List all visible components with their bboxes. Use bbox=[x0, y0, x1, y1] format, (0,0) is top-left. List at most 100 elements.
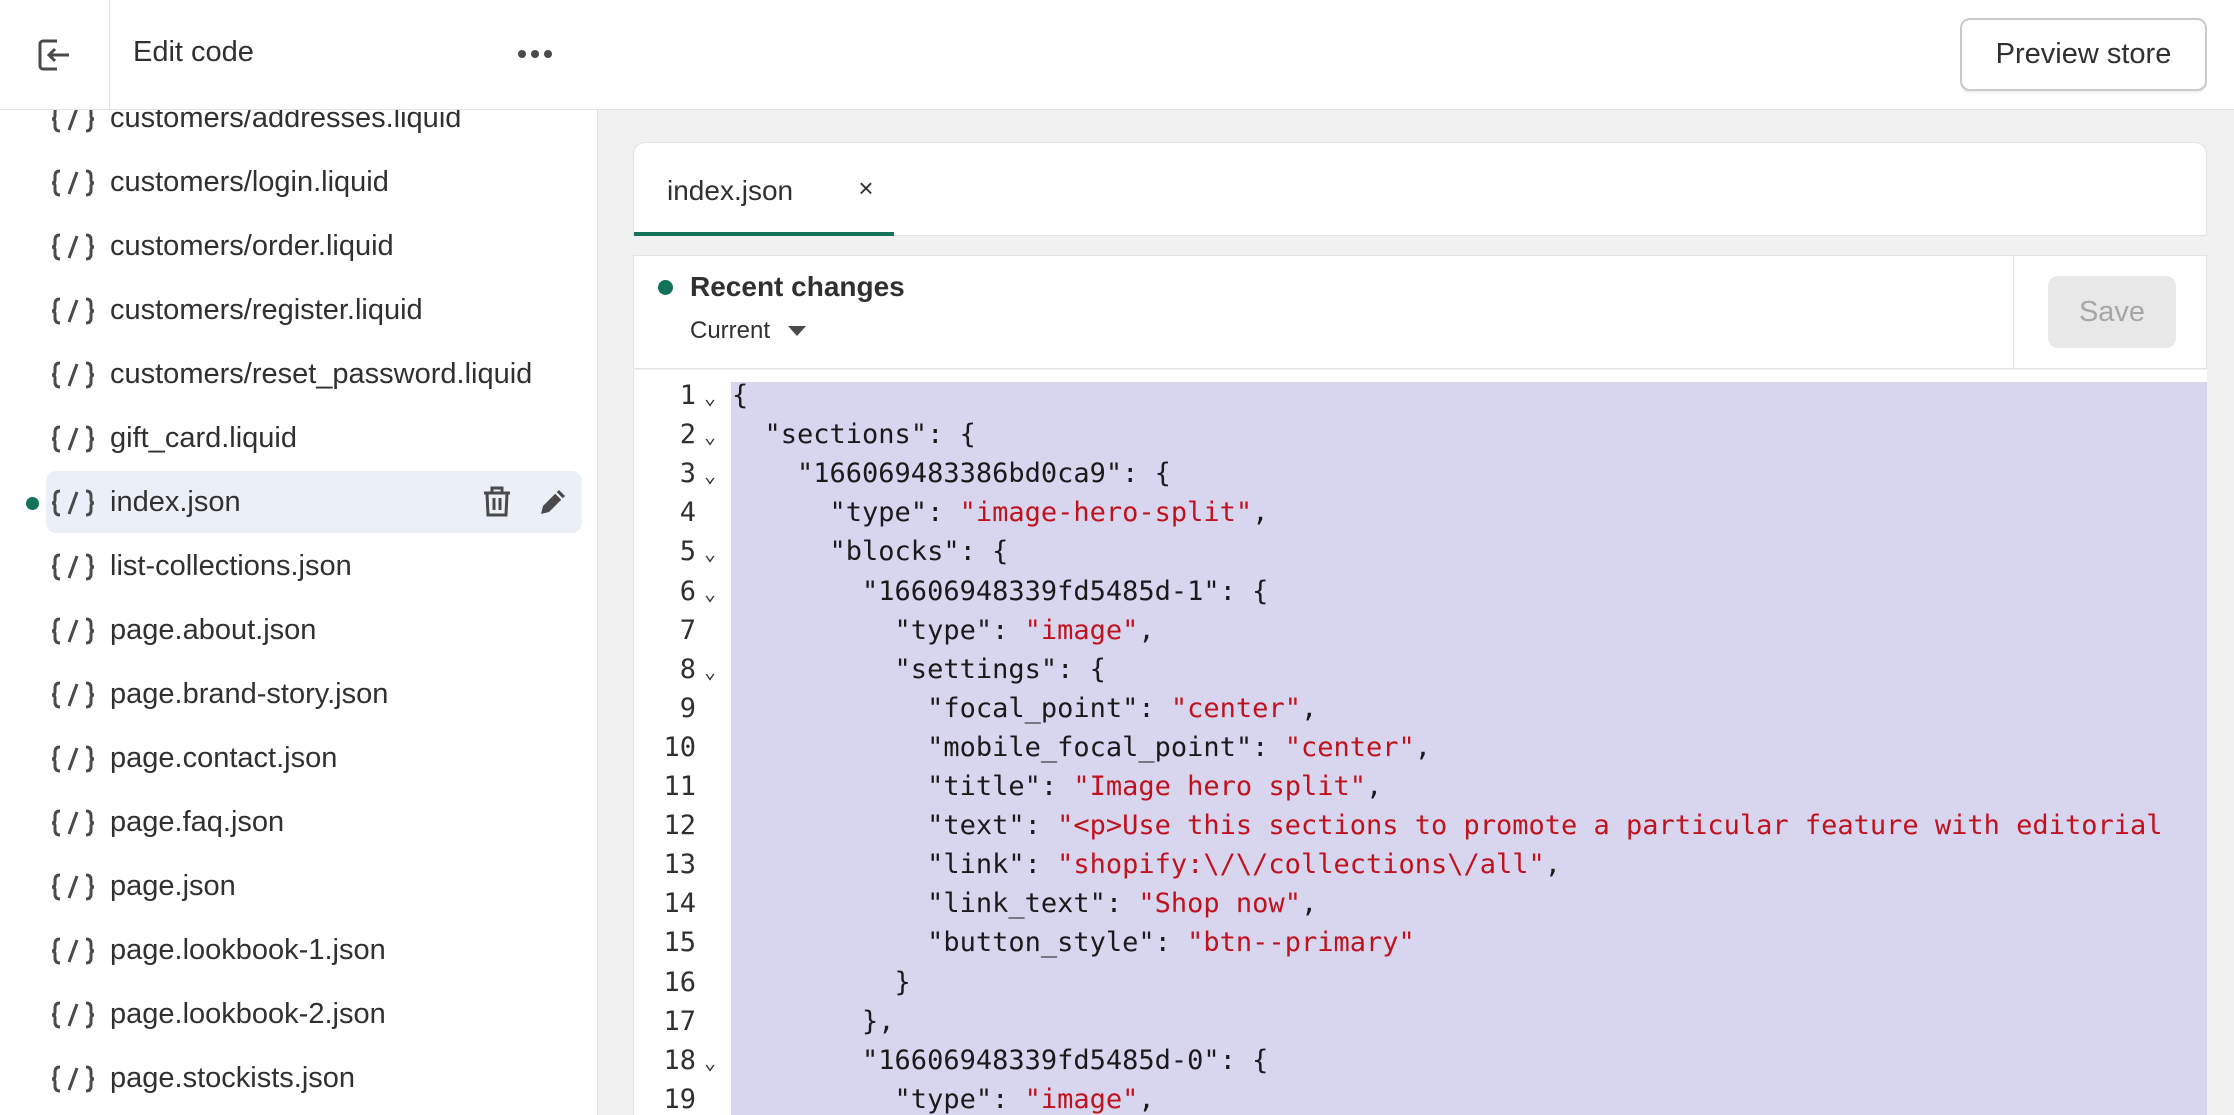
recent-changes-title: Recent changes bbox=[690, 271, 905, 302]
line-number: 10 bbox=[663, 731, 696, 763]
line-number: 3 bbox=[679, 458, 696, 490]
line-number: 12 bbox=[663, 810, 696, 842]
version-select[interactable]: Current bbox=[690, 316, 807, 346]
close-icon[interactable]: × bbox=[852, 173, 880, 203]
liquid-file-icon bbox=[51, 360, 95, 390]
liquid-file-icon bbox=[51, 936, 95, 966]
file-item[interactable]: page.contact.json bbox=[0, 726, 597, 790]
chevron-down-icon[interactable]: ⌄ bbox=[704, 652, 716, 691]
code-token: , bbox=[1300, 692, 1318, 724]
line-number: 9 bbox=[679, 692, 696, 724]
file-item[interactable]: customers/login.liquid bbox=[0, 150, 597, 214]
string-token: "image-hero-split" bbox=[959, 497, 1253, 529]
file-item[interactable]: page.stockists.json bbox=[0, 1046, 597, 1110]
file-name: customers/order.liquid bbox=[110, 230, 394, 262]
code-token: "mobile_focal_point": bbox=[732, 731, 1285, 763]
tab-index-json[interactable]: index.json × bbox=[634, 143, 894, 236]
code-token: "title": bbox=[732, 771, 1074, 802]
code-text: "settings": { bbox=[732, 650, 1106, 689]
file-item[interactable]: page.faq.json bbox=[0, 790, 597, 854]
code-line: 13 "link": "shopify:\/\/collections\/all… bbox=[634, 845, 2207, 884]
chevron-down-icon[interactable]: ⌄ bbox=[704, 534, 716, 573]
code-text: "type": "image-hero-split", bbox=[732, 493, 1269, 532]
chevron-down-icon[interactable]: ⌄ bbox=[704, 456, 716, 495]
code-line: 18 ⌄ "16606948339fd5485d-0": { bbox=[634, 1041, 2207, 1080]
more-actions-button[interactable] bbox=[505, 26, 565, 82]
line-number: 7 bbox=[679, 614, 696, 646]
liquid-file-icon bbox=[51, 232, 95, 262]
exit-icon bbox=[38, 39, 71, 71]
line-number: 2 bbox=[679, 419, 696, 451]
code-token: , bbox=[1138, 1083, 1155, 1115]
code-text: "title": "Image hero split", bbox=[732, 767, 1382, 806]
save-button[interactable]: Save bbox=[2048, 276, 2176, 348]
line-number: 15 bbox=[663, 927, 696, 959]
file-name: page.brand-story.json bbox=[110, 678, 389, 710]
pencil-icon[interactable] bbox=[536, 485, 570, 519]
file-item[interactable]: customers/order.liquid bbox=[0, 214, 597, 278]
string-token: "<p>Use this sections to promote a parti… bbox=[1057, 810, 2163, 842]
code-token: , bbox=[1365, 771, 1383, 802]
code-text: { bbox=[732, 376, 748, 415]
file-item[interactable]: list-collections.json bbox=[0, 534, 597, 598]
code-line: 10 "mobile_focal_point": "center", bbox=[634, 728, 2207, 767]
code-line: 15 "button_style": "btn--primary" bbox=[634, 923, 2207, 962]
line-number: 14 bbox=[663, 888, 696, 920]
code-token: } bbox=[732, 966, 911, 998]
file-name: page.faq.json bbox=[110, 806, 285, 838]
liquid-file-icon bbox=[51, 680, 95, 710]
liquid-file-icon bbox=[51, 1064, 95, 1094]
string-token: "image" bbox=[1024, 1083, 1139, 1115]
file-item[interactable]: page.lookbook-2.json bbox=[0, 982, 597, 1046]
top-bar: Edit code Preview store bbox=[0, 0, 2234, 110]
file-item[interactable]: page.lookbook-1.json bbox=[0, 918, 597, 982]
code-token: "sections": { bbox=[732, 419, 976, 451]
file-name: page.contact.json bbox=[110, 742, 338, 774]
code-text: "link_text": "Shop now", bbox=[732, 884, 1317, 923]
code-text: "link": "shopify:\/\/collections\/all", bbox=[732, 845, 1561, 884]
code-token: "type": bbox=[732, 614, 1025, 646]
file-item[interactable]: page.about.json bbox=[0, 598, 597, 662]
line-number: 4 bbox=[679, 497, 696, 529]
string-token: "center" bbox=[1284, 731, 1415, 763]
liquid-file-icon bbox=[51, 552, 95, 582]
file-item[interactable]: index.json bbox=[0, 470, 597, 534]
file-name: customers/reset_password.liquid bbox=[110, 358, 533, 390]
code-editor[interactable]: 1 ⌄{2 ⌄ "sections": {3 ⌄ "166069483386bd0ca… bbox=[633, 370, 2207, 1115]
file-item[interactable]: page.brand-story.json bbox=[0, 662, 597, 726]
line-number: 16 bbox=[663, 966, 696, 998]
chevron-down-icon[interactable]: ⌄ bbox=[704, 574, 716, 613]
liquid-file-icon bbox=[51, 616, 95, 646]
string-token: "Image hero split" bbox=[1073, 771, 1366, 802]
file-item[interactable]: customers/addresses.liquid bbox=[0, 110, 597, 150]
chevron-down-icon[interactable]: ⌄ bbox=[704, 1043, 716, 1082]
file-item[interactable]: customers/reset_password.liquid bbox=[0, 342, 597, 406]
file-item[interactable]: page.json bbox=[0, 854, 597, 918]
file-name: customers/login.liquid bbox=[110, 166, 389, 198]
line-number: 17 bbox=[663, 1005, 696, 1037]
chevron-down-icon[interactable]: ⌄ bbox=[704, 378, 716, 417]
code-token: , bbox=[1414, 731, 1431, 763]
file-list: customers/addresses.liquid customers/logi… bbox=[0, 110, 597, 1110]
file-item[interactable]: customers/register.liquid bbox=[0, 278, 597, 342]
liquid-file-icon bbox=[51, 296, 95, 326]
code-token: "166069483386bd0ca9": { bbox=[732, 458, 1171, 490]
file-name: customers/addresses.liquid bbox=[110, 110, 462, 134]
code-line: 7 "type": "image", bbox=[634, 611, 2207, 650]
file-item[interactable]: gift_card.liquid bbox=[0, 406, 597, 470]
code-text: "blocks": { bbox=[732, 532, 1009, 571]
exit-button[interactable] bbox=[0, 0, 110, 110]
code-token: , bbox=[1544, 849, 1562, 881]
code-line: 16 } bbox=[634, 963, 2207, 1002]
tab-label: index.json bbox=[667, 175, 794, 206]
string-token: "btn--primary" bbox=[1187, 927, 1415, 959]
preview-store-button[interactable]: Preview store bbox=[1960, 18, 2207, 91]
file-name: page.lookbook-2.json bbox=[110, 998, 386, 1030]
code-token: "blocks": { bbox=[732, 536, 1009, 568]
line-number: 6 bbox=[679, 575, 696, 607]
code-line: 17 }, bbox=[634, 1002, 2207, 1041]
trash-icon[interactable] bbox=[480, 485, 514, 519]
chevron-down-icon[interactable]: ⌄ bbox=[704, 417, 716, 456]
code-line: 12 "text": "<p>Use this sections to prom… bbox=[634, 806, 2207, 845]
modified-indicator bbox=[26, 497, 39, 510]
